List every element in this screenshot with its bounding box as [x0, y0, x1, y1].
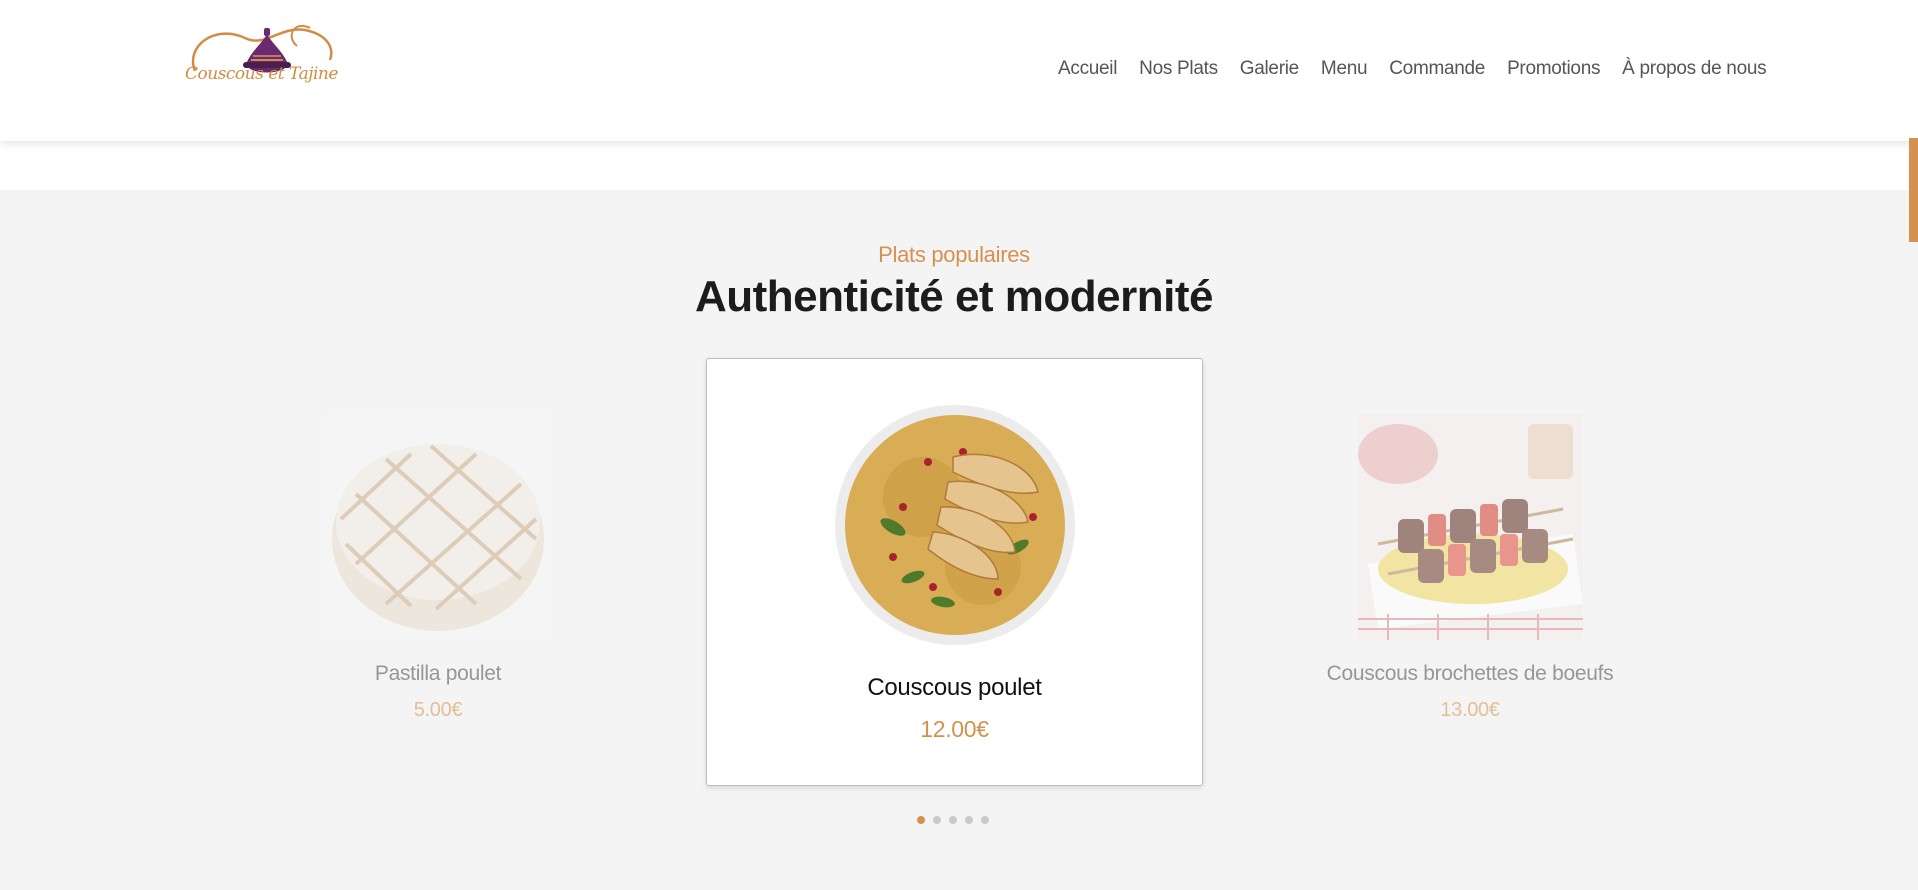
nav-galerie[interactable]: Galerie — [1229, 58, 1310, 80]
nav-nos-plats[interactable]: Nos Plats — [1128, 58, 1229, 80]
nav-commande[interactable]: Commande — [1378, 58, 1496, 80]
header-spacer — [0, 141, 1918, 190]
tajine-pot-icon — [191, 25, 333, 73]
couscous-brochettes-image — [1357, 414, 1583, 640]
nav-a-propos[interactable]: À propos de nous — [1611, 58, 1777, 80]
dish-price: 5.00€ — [413, 699, 463, 721]
site-header: Couscous et Tajine Accueil Nos Plats Gal… — [0, 0, 1918, 141]
nav-menu[interactable]: Menu — [1310, 58, 1378, 80]
dish-name: Couscous brochettes de boeufs — [1326, 662, 1614, 685]
dish-price: 13.00€ — [1440, 699, 1500, 721]
scrollbar-thumb[interactable] — [1909, 138, 1918, 242]
carousel-card-couscous-brochettes[interactable]: Couscous brochettes de boeufs 13.00€ — [1318, 414, 1622, 722]
logo[interactable]: Couscous et Tajine — [185, 16, 355, 96]
carousel-dot[interactable] — [965, 816, 973, 824]
dish-name: Couscous poulet — [867, 674, 1042, 701]
carousel-dot[interactable] — [917, 816, 925, 824]
main-nav: Accueil Nos Plats Galerie Menu Commande … — [1058, 58, 1777, 80]
logo-text: Couscous et Tajine — [185, 64, 338, 84]
carousel-dots — [917, 816, 989, 824]
section-eyebrow: Plats populaires — [878, 242, 1030, 267]
nav-promotions[interactable]: Promotions — [1496, 58, 1611, 80]
carousel-dot[interactable] — [949, 816, 957, 824]
section-title: Authenticité et modernité — [695, 272, 1214, 321]
carousel-dot[interactable] — [933, 816, 941, 824]
pastilla-image — [325, 414, 551, 640]
dish-price: 12.00€ — [920, 716, 989, 742]
couscous-poulet-image — [834, 405, 1075, 645]
carousel-card-pastilla[interactable]: Pastilla poulet 5.00€ — [286, 414, 590, 722]
nav-accueil[interactable]: Accueil — [1058, 58, 1128, 80]
carousel-dot[interactable] — [981, 816, 989, 824]
dish-name: Pastilla poulet — [374, 662, 502, 685]
carousel-card-couscous-poulet[interactable]: Couscous poulet 12.00€ — [706, 358, 1203, 786]
